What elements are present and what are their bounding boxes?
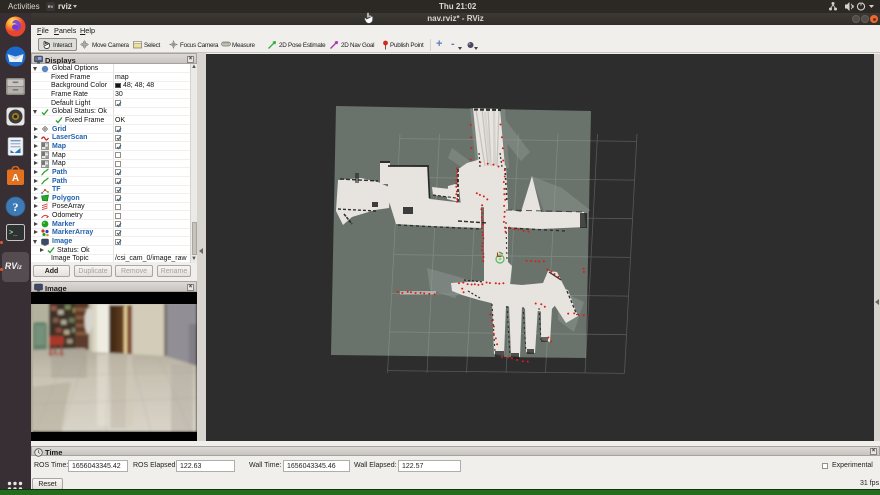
svg-text:?: ?: [13, 200, 19, 214]
svg-text:A: A: [12, 173, 19, 184]
svg-text:RViz: RViz: [5, 261, 23, 271]
svg-text:>_: >_: [9, 230, 18, 238]
